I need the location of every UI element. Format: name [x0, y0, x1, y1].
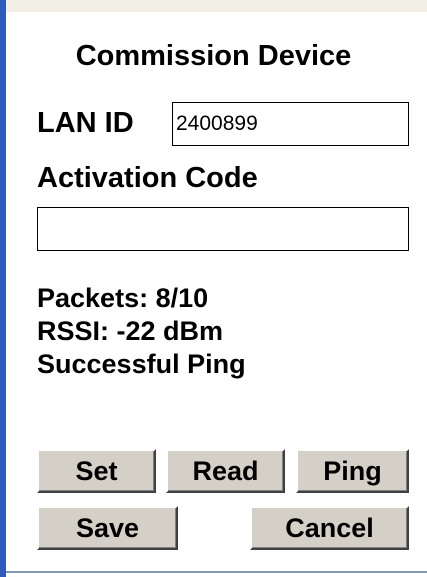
lan-id-input[interactable]	[172, 102, 409, 146]
window-left-border	[0, 0, 6, 577]
set-button[interactable]: Set	[37, 449, 156, 493]
dialog-title: Commission Device	[75, 40, 352, 72]
activation-code-label: Activation Code	[37, 162, 258, 194]
cancel-button[interactable]: Cancel	[250, 506, 409, 550]
save-button[interactable]: Save	[37, 506, 178, 550]
packets-status: Packets: 8/10	[37, 283, 209, 313]
top-strip	[0, 0, 427, 12]
commission-device-dialog: Commission Device LAN ID Activation Code…	[0, 0, 427, 577]
dialog-bottom-border	[6, 571, 427, 573]
ping-button[interactable]: Ping	[296, 449, 409, 493]
read-button[interactable]: Read	[166, 449, 285, 493]
rssi-status: RSSI: -22 dBm	[37, 316, 224, 346]
lan-id-label: LAN ID	[37, 107, 134, 139]
ping-result-message: Successful Ping	[37, 349, 246, 379]
activation-code-input[interactable]	[37, 207, 409, 251]
